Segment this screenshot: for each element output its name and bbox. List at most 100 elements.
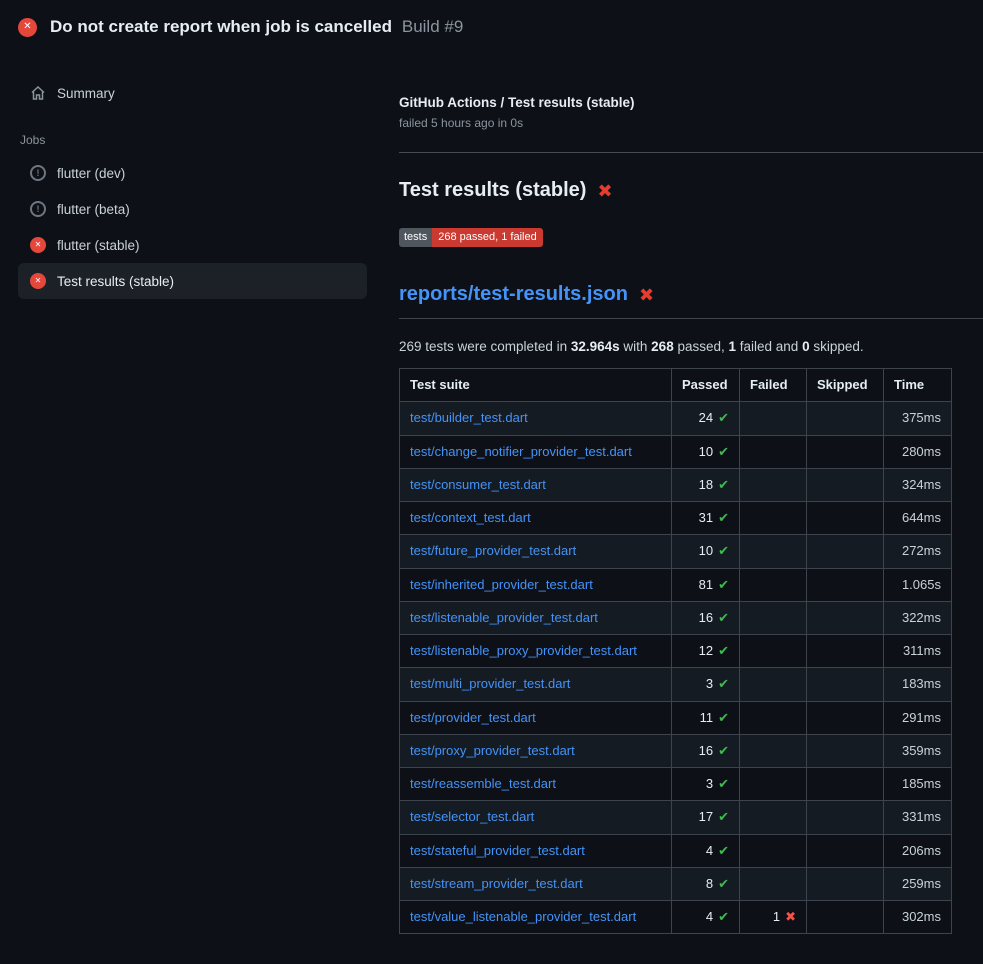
- table-row: test/proxy_provider_test.dart16✔359ms: [400, 734, 952, 767]
- col-header-passed: Passed: [672, 369, 740, 402]
- time-cell: 185ms: [884, 768, 952, 801]
- sidebar-item-flutter-beta[interactable]: ! flutter (beta): [18, 191, 367, 227]
- test-suite-cell: test/selector_test.dart: [400, 801, 672, 834]
- skipped-cell: [807, 701, 884, 734]
- badge-value: 268 passed, 1 failed: [432, 228, 542, 247]
- time-cell: 1.065s: [884, 568, 952, 601]
- skipped-cell: [807, 668, 884, 701]
- passed-cell-value: 18: [699, 477, 713, 492]
- test-suite-cell: test/multi_provider_test.dart: [400, 668, 672, 701]
- summary-failed-count: 1: [729, 339, 737, 354]
- failed-cross-icon: ✖: [639, 286, 654, 304]
- time-cell: 375ms: [884, 402, 952, 435]
- skipped-cell: [807, 867, 884, 900]
- sidebar-item-test-results-stable[interactable]: ✕ Test results (stable): [18, 263, 367, 299]
- test-suite-link[interactable]: test/consumer_test.dart: [410, 477, 546, 492]
- neutral-status-icon: !: [30, 165, 46, 181]
- skipped-cell: [807, 834, 884, 867]
- passed-cell: 8✔: [672, 867, 740, 900]
- passed-cell: 3✔: [672, 668, 740, 701]
- tests-summary-line: 269 tests were completed in 32.964s with…: [399, 339, 983, 354]
- passed-cell: 10✔: [672, 435, 740, 468]
- check-icon: ✔: [718, 809, 729, 824]
- run-title: Do not create report when job is cancell…: [50, 17, 392, 36]
- skipped-cell: [807, 734, 884, 767]
- table-row: test/inherited_provider_test.dart81✔1.06…: [400, 568, 952, 601]
- time-cell: 324ms: [884, 468, 952, 501]
- section-title-row: Test results (stable) ✖: [399, 179, 983, 202]
- check-icon: ✔: [718, 477, 729, 492]
- skipped-cell: [807, 635, 884, 668]
- passed-cell-value: 31: [699, 510, 713, 525]
- test-suite-cell: test/listenable_proxy_provider_test.dart: [400, 635, 672, 668]
- failed-cell: [740, 834, 807, 867]
- check-icon: ✔: [718, 577, 729, 592]
- sidebar-item-flutter-dev[interactable]: ! flutter (dev): [18, 155, 367, 191]
- sidebar-item-flutter-stable[interactable]: ✕ flutter (stable): [18, 227, 367, 263]
- test-suite-cell: test/inherited_provider_test.dart: [400, 568, 672, 601]
- passed-cell: 31✔: [672, 502, 740, 535]
- check-icon: ✔: [718, 410, 729, 425]
- failed-cell: [740, 635, 807, 668]
- test-suite-link[interactable]: test/multi_provider_test.dart: [410, 676, 570, 691]
- test-suite-link[interactable]: test/inherited_provider_test.dart: [410, 577, 593, 592]
- test-suite-link[interactable]: test/provider_test.dart: [410, 710, 536, 725]
- check-icon: ✔: [718, 676, 729, 691]
- test-suite-link[interactable]: test/value_listenable_provider_test.dart: [410, 909, 636, 924]
- skipped-cell: [807, 568, 884, 601]
- passed-cell: 24✔: [672, 402, 740, 435]
- test-suite-link[interactable]: test/listenable_provider_test.dart: [410, 610, 598, 625]
- failed-cell: [740, 535, 807, 568]
- failed-cell: [740, 701, 807, 734]
- check-icon: ✔: [718, 743, 729, 758]
- table-row: test/builder_test.dart 24✔ 375ms: [400, 402, 952, 435]
- report-heading: reports/test-results.json ✖: [399, 283, 983, 319]
- skipped-cell: [807, 535, 884, 568]
- skipped-cell: [807, 601, 884, 634]
- passed-cell: 12✔: [672, 635, 740, 668]
- passed-cell-value: 3: [706, 676, 713, 691]
- passed-cell-value: 4: [706, 909, 713, 924]
- check-icon: ✔: [718, 543, 729, 558]
- test-suite-link[interactable]: test/stateful_provider_test.dart: [410, 843, 585, 858]
- time-cell: 183ms: [884, 668, 952, 701]
- test-suite-link[interactable]: test/context_test.dart: [410, 510, 531, 525]
- passed-cell: 3✔: [672, 768, 740, 801]
- test-suite-cell: test/builder_test.dart: [400, 402, 672, 435]
- test-suite-cell: test/consumer_test.dart: [400, 468, 672, 501]
- check-icon: ✔: [718, 909, 729, 924]
- check-icon: ✔: [718, 876, 729, 891]
- passed-cell-value: 11: [700, 710, 714, 725]
- test-suite-cell: test/stream_provider_test.dart: [400, 867, 672, 900]
- test-suite-cell: test/provider_test.dart: [400, 701, 672, 734]
- check-icon: ✔: [718, 444, 729, 459]
- test-suite-link[interactable]: test/proxy_provider_test.dart: [410, 743, 575, 758]
- x-circle-icon: ✕: [30, 237, 46, 253]
- failed-cell-value: 1: [773, 909, 780, 924]
- col-header-time: Time: [884, 369, 952, 402]
- failed-cell: [740, 801, 807, 834]
- passed-cell-value: 10: [699, 543, 713, 558]
- test-suite-link[interactable]: test/selector_test.dart: [410, 809, 534, 824]
- test-suite-link[interactable]: test/builder_test.dart: [410, 410, 528, 425]
- failed-cell: [740, 867, 807, 900]
- main-content: GitHub Actions / Test results (stable) f…: [383, 51, 983, 964]
- col-header-test-suite: Test suite: [400, 369, 672, 402]
- test-suite-link[interactable]: test/stream_provider_test.dart: [410, 876, 583, 891]
- passed-cell: 4✔: [672, 834, 740, 867]
- test-suite-link[interactable]: test/listenable_proxy_provider_test.dart: [410, 643, 637, 658]
- results-table-body: test/builder_test.dart 24✔ 375ms test/chang…: [400, 402, 952, 934]
- sidebar-item-label: flutter (stable): [57, 238, 140, 253]
- report-file-link[interactable]: reports/test-results.json: [399, 283, 628, 306]
- tests-badge: tests 268 passed, 1 failed: [399, 228, 543, 247]
- test-suite-link[interactable]: test/reassemble_test.dart: [410, 776, 556, 791]
- test-suite-link[interactable]: test/change_notifier_provider_test.dart: [410, 444, 632, 459]
- x-icon: ✖: [785, 909, 796, 924]
- sidebar-item-summary[interactable]: Summary: [18, 75, 367, 111]
- table-row: test/context_test.dart31✔644ms: [400, 502, 952, 535]
- skipped-cell: [807, 435, 884, 468]
- skipped-cell: [807, 468, 884, 501]
- summary-text: skipped.: [810, 339, 864, 354]
- test-suite-link[interactable]: test/future_provider_test.dart: [410, 543, 576, 558]
- neutral-status-icon: !: [30, 201, 46, 217]
